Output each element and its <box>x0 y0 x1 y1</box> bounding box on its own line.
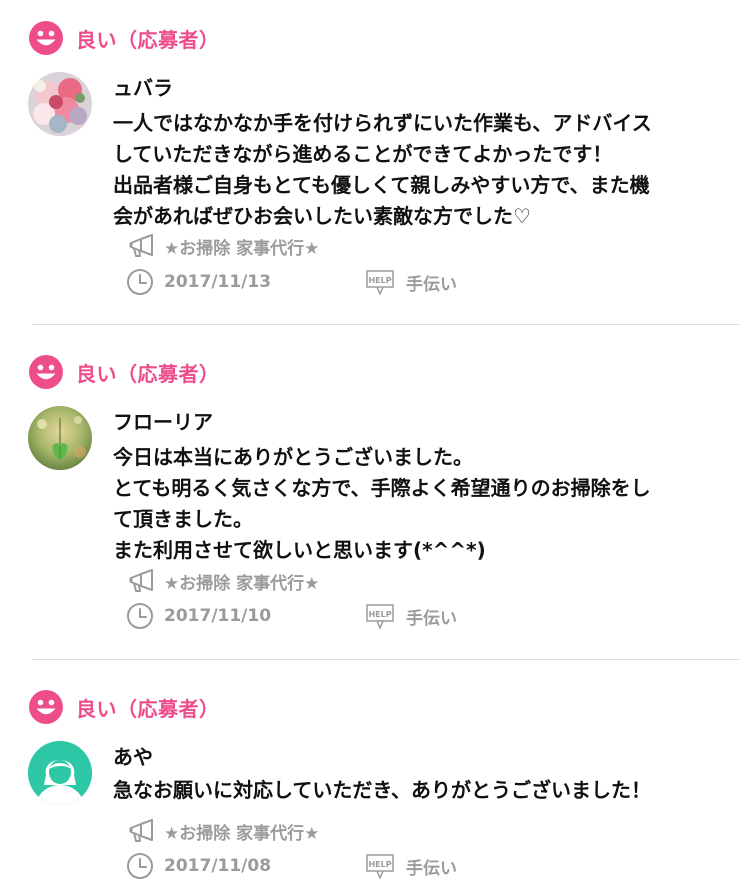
rating-label: 良い（応募者） <box>76 27 220 52</box>
type-row: HELP 手伝い <box>366 601 457 631</box>
comment-line: 会があればぜひお会いしたい素敵な方でした♡ <box>113 204 531 228</box>
category-label: ★お掃除 家事代行★ <box>164 823 320 844</box>
category-row[interactable]: ★お掃除 家事代行★ <box>128 566 319 596</box>
username[interactable]: フローリア <box>113 406 213 435</box>
comment-line: また利用させて欲しいと思います(*^^*) <box>113 538 486 562</box>
type-row: HELP 手伝い <box>366 851 457 881</box>
date-label: 2017/11/10 <box>164 606 272 626</box>
date-row: 2017/11/10 <box>126 601 271 631</box>
smile-face-icon <box>29 690 63 724</box>
review-item: 良い（応募者） ュバラ 一人ではなかなか手を付けられずにいた作業も、アドバイス … <box>0 20 740 320</box>
comment-line: とても明るく気さくな方で、手際よく希望通りのお掃除をし <box>113 476 651 500</box>
svg-text:HELP: HELP <box>368 276 391 285</box>
rating-row: 良い（応募者） <box>28 354 220 390</box>
help-sign-icon: HELP <box>366 604 394 629</box>
avatar[interactable] <box>28 406 92 470</box>
avatar[interactable] <box>28 72 92 136</box>
rating-label: 良い（応募者） <box>76 696 220 721</box>
comment-line: 今日は本当にありがとうございました。 <box>113 445 473 469</box>
date-label: 2017/11/13 <box>164 272 272 292</box>
flower-bouquet-photo <box>28 72 92 136</box>
clock-icon <box>127 269 153 295</box>
category-label: ★お掃除 家事代行★ <box>164 238 320 259</box>
type-label: 手伝い <box>406 608 457 629</box>
username[interactable]: あや <box>113 741 153 770</box>
rating-row: 良い（応募者） <box>28 20 220 56</box>
clock-icon <box>127 603 153 629</box>
username[interactable]: ュバラ <box>113 72 173 101</box>
comment-line: していただきながら進めることができてよかったです！ <box>113 142 613 166</box>
default-female-avatar <box>28 741 92 805</box>
date-row: 2017/11/13 <box>126 267 271 297</box>
green-leaf-photo <box>28 406 92 470</box>
divider <box>32 659 740 660</box>
svg-text:HELP: HELP <box>368 860 391 869</box>
help-sign-icon: HELP <box>366 854 394 879</box>
review-item: 良い（応募者） フローリア 今日は本当にありがとうございました。 とても明るく気… <box>0 354 740 654</box>
review-item: 良い（応募者） あや 急なお願いに対応していただき、ありがとうございました！ ★… <box>0 689 740 892</box>
category-row[interactable]: ★お掃除 家事代行★ <box>128 231 319 261</box>
type-row: HELP 手伝い <box>366 267 457 297</box>
megaphone-icon <box>129 569 153 592</box>
help-sign-icon: HELP <box>366 270 394 295</box>
category-row[interactable]: ★お掃除 家事代行★ <box>128 816 319 846</box>
smile-face-icon <box>29 355 63 389</box>
divider <box>32 324 740 325</box>
avatar[interactable] <box>28 741 92 805</box>
comment-line: 急なお願いに対応していただき、ありがとうございました！ <box>113 778 651 802</box>
type-label: 手伝い <box>406 858 457 879</box>
type-label: 手伝い <box>406 274 457 295</box>
comment-line: 出品者様ご自身もとても優しくて親しみやすい方で、また機 <box>113 173 650 197</box>
rating-label: 良い（応募者） <box>76 361 220 386</box>
date-label: 2017/11/08 <box>164 856 272 876</box>
comment-line: 一人ではなかなか手を付けられずにいた作業も、アドバイス <box>113 111 652 135</box>
megaphone-icon <box>129 234 153 257</box>
smile-face-icon <box>29 21 63 55</box>
svg-text:HELP: HELP <box>368 610 391 619</box>
clock-icon <box>127 853 153 879</box>
date-row: 2017/11/08 <box>126 851 271 881</box>
megaphone-icon <box>129 819 153 842</box>
review-comment: 急なお願いに対応していただき、ありがとうございました！ <box>113 775 723 806</box>
review-comment: 今日は本当にありがとうございました。 とても明るく気さくな方で、手際よく希望通り… <box>113 442 723 566</box>
rating-row: 良い（応募者） <box>28 689 220 725</box>
category-label: ★お掃除 家事代行★ <box>164 573 320 594</box>
review-comment: 一人ではなかなか手を付けられずにいた作業も、アドバイス していただきながら進める… <box>113 108 723 232</box>
comment-line: て頂きました。 <box>113 507 253 531</box>
